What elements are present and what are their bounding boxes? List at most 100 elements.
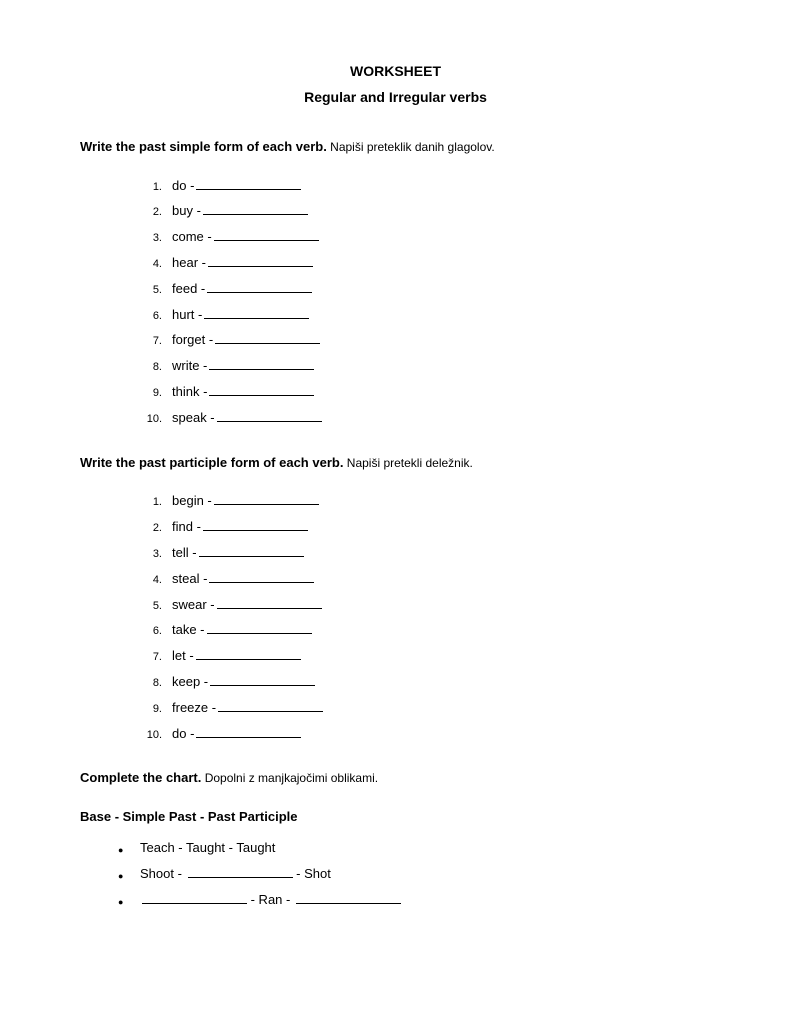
item-number: 2.: [140, 204, 162, 222]
list-item: 3. come -: [140, 227, 711, 248]
item-number: 7.: [140, 649, 162, 667]
worksheet-subtitle: Regular and Irregular verbs: [80, 86, 711, 108]
item-verb: tell -: [172, 543, 197, 564]
blank-line[interactable]: [218, 700, 323, 712]
list-item: 7. let -: [140, 646, 711, 667]
section3-instruction-sub: Dopolni z manjkajočimi oblikami.: [201, 771, 378, 785]
item-verb: let -: [172, 646, 194, 667]
item-number: 1.: [140, 494, 162, 512]
chart-row: Teach - Taught - Taught: [140, 838, 711, 859]
item-verb: keep -: [172, 672, 208, 693]
blank-line[interactable]: [209, 384, 314, 396]
section1-instruction: Write the past simple form of each verb.…: [80, 137, 711, 158]
blank-line[interactable]: [215, 333, 320, 345]
item-number: 2.: [140, 520, 162, 538]
blank-line[interactable]: [296, 892, 401, 904]
list-item: 2. buy -: [140, 201, 711, 222]
list-item: 9. think -: [140, 382, 711, 403]
blank-line[interactable]: [217, 410, 322, 422]
list-item: 1. begin -: [140, 491, 711, 512]
list-item: 8. keep -: [140, 672, 711, 693]
list-item: 9. freeze -: [140, 698, 711, 719]
item-number: 8.: [140, 675, 162, 693]
past-simple-list: 1. do - 2. buy - 3. come - 4. hear - 5. feed …: [140, 176, 711, 429]
section2-instruction-sub: Napiši pretekli deležnik.: [343, 456, 472, 470]
section2-instruction-bold: Write the past participle form of each v…: [80, 455, 343, 470]
item-verb: hear -: [172, 253, 206, 274]
item-verb: find -: [172, 517, 201, 538]
chart-text: - Ran -: [247, 892, 294, 907]
item-verb: do -: [172, 724, 194, 745]
list-item: 3.tell -: [140, 543, 711, 564]
blank-line[interactable]: [214, 494, 319, 506]
section3-instruction-bold: Complete the chart.: [80, 770, 201, 785]
list-item: 6. take -: [140, 620, 711, 641]
item-number: 1.: [140, 179, 162, 197]
blank-line[interactable]: [196, 178, 301, 190]
blank-line[interactable]: [210, 674, 315, 686]
list-item: 5. swear -: [140, 595, 711, 616]
list-item: 6. hurt -: [140, 305, 711, 326]
blank-line[interactable]: [209, 358, 314, 370]
title-block: WORKSHEET Regular and Irregular verbs: [80, 60, 711, 109]
item-verb: speak -: [172, 408, 215, 429]
blank-line[interactable]: [196, 726, 301, 738]
blank-line[interactable]: [204, 307, 309, 319]
item-number: 9.: [140, 701, 162, 719]
blank-line[interactable]: [203, 204, 308, 216]
item-verb: hurt -: [172, 305, 202, 326]
list-item: 4. hear -: [140, 253, 711, 274]
blank-line[interactable]: [142, 892, 247, 904]
item-number: 6.: [140, 623, 162, 641]
item-number: 7.: [140, 333, 162, 351]
section1-instruction-bold: Write the past simple form of each verb.: [80, 139, 327, 154]
list-item: 10. speak -: [140, 408, 711, 429]
blank-line[interactable]: [208, 255, 313, 267]
item-number: 9.: [140, 385, 162, 403]
section3-instruction: Complete the chart. Dopolni z manjkajoči…: [80, 768, 711, 789]
item-verb: write -: [172, 356, 207, 377]
item-number: 10.: [140, 727, 162, 745]
blank-line[interactable]: [217, 597, 322, 609]
blank-line[interactable]: [203, 519, 308, 531]
item-number: 5.: [140, 282, 162, 300]
item-verb: begin -: [172, 491, 212, 512]
chart-text: - Shot: [293, 866, 331, 881]
list-item: 5. feed -: [140, 279, 711, 300]
item-verb: buy -: [172, 201, 201, 222]
chart-text: Teach - Taught - Taught: [140, 840, 275, 855]
list-item: 4.steal -: [140, 569, 711, 590]
item-number: 3.: [140, 230, 162, 248]
item-verb: freeze -: [172, 698, 216, 719]
item-verb: steal -: [172, 569, 207, 590]
chart-row: - Ran -: [140, 890, 711, 911]
blank-line[interactable]: [214, 229, 319, 241]
item-verb: swear -: [172, 595, 215, 616]
item-number: 10.: [140, 411, 162, 429]
item-number: 6.: [140, 308, 162, 326]
item-number: 8.: [140, 359, 162, 377]
blank-line[interactable]: [199, 545, 304, 557]
past-participle-list: 1. begin - 2. find - 3.tell - 4.steal - 5.…: [140, 491, 711, 744]
blank-line[interactable]: [196, 648, 301, 660]
chart-list: Teach - Taught - Taught Shoot - - Shot - …: [140, 838, 711, 910]
blank-line[interactable]: [207, 281, 312, 293]
chart-row: Shoot - - Shot: [140, 864, 711, 885]
chart-heading: Base - Simple Past - Past Participle: [80, 807, 711, 828]
blank-line[interactable]: [209, 571, 314, 583]
item-verb: take -: [172, 620, 205, 641]
list-item: 10. do -: [140, 724, 711, 745]
chart-text: Shoot -: [140, 866, 186, 881]
item-verb: feed -: [172, 279, 205, 300]
worksheet-title: WORKSHEET: [80, 60, 711, 82]
section2-instruction: Write the past participle form of each v…: [80, 453, 711, 474]
blank-line[interactable]: [207, 623, 312, 635]
item-verb: do -: [172, 176, 194, 197]
item-number: 4.: [140, 256, 162, 274]
item-verb: come -: [172, 227, 212, 248]
item-number: 5.: [140, 598, 162, 616]
blank-line[interactable]: [188, 866, 293, 878]
section1-instruction-sub: Napiši preteklik danih glagolov.: [327, 140, 495, 154]
item-verb: forget -: [172, 330, 213, 351]
item-verb: think -: [172, 382, 207, 403]
